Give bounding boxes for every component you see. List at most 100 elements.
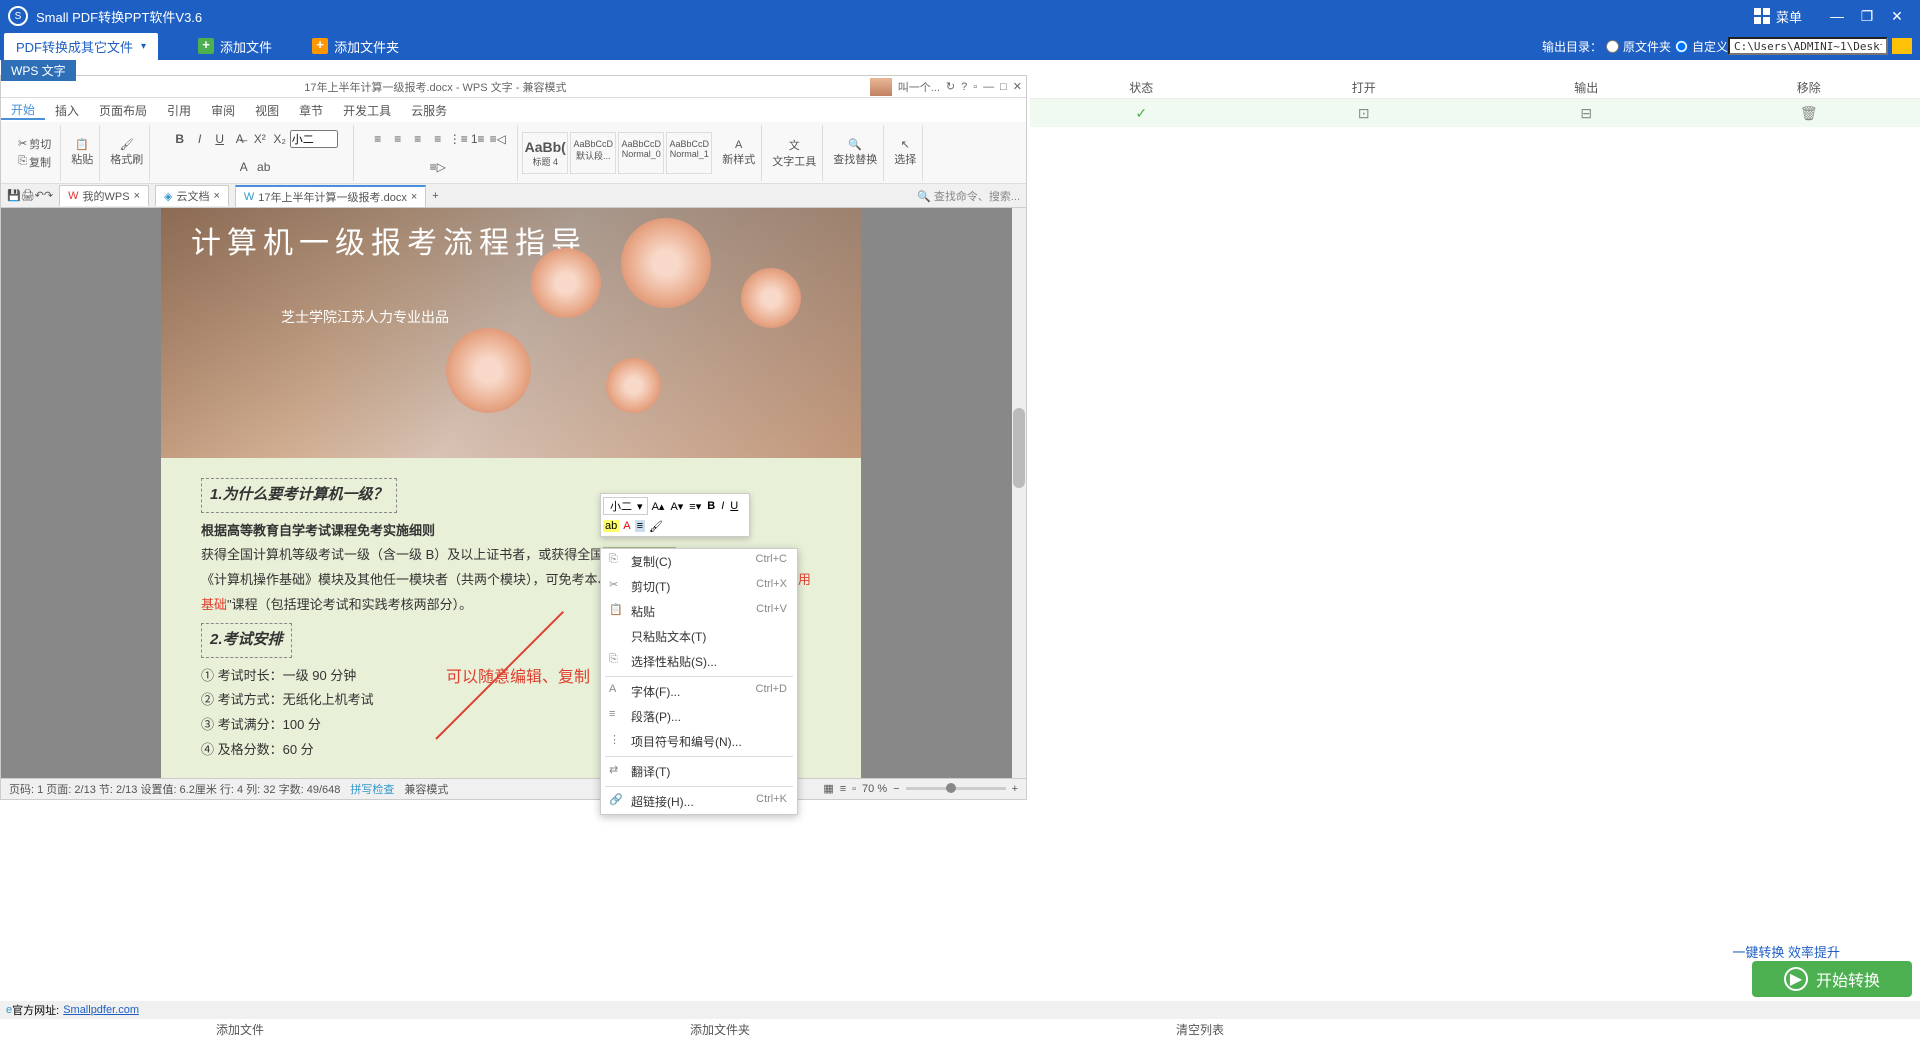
italic-button[interactable]: I [719,500,726,512]
view-mode-icon[interactable]: ▫ [852,783,856,795]
quick-redo-icon[interactable]: ↷ [44,189,53,202]
context-menu-item[interactable]: ≡段落(P)... [601,704,797,729]
bottom-clear-list[interactable]: 清空列表 [960,1019,1440,1041]
style-preview[interactable]: AaBb(标题 4 [522,132,568,174]
highlight-button[interactable]: ab [254,157,274,177]
find-replace-button[interactable]: 🔍 [848,138,862,151]
context-menu-item[interactable]: 📋粘贴Ctrl+V [601,599,797,624]
underline-button[interactable]: U [728,500,740,512]
help-icon[interactable]: ? [961,81,967,93]
context-menu-item[interactable]: 🔗超链接(H)...Ctrl+K [601,789,797,814]
wps-menu-item[interactable]: 页面布局 [89,102,157,119]
font-size-combo[interactable]: 小二 ▾ [603,497,648,515]
bottom-add-file[interactable]: 添加文件 [0,1019,480,1041]
output-icon[interactable]: ⊟ [1475,105,1698,122]
italic-button[interactable]: I [190,129,210,149]
subscript-button[interactable]: X₂ [270,129,290,149]
superscript-button[interactable]: X² [250,129,270,149]
maximize-button[interactable]: ❐ [1852,8,1882,25]
context-menu-item[interactable]: ✂剪切(T)Ctrl+X [601,574,797,599]
bold-button[interactable]: B [170,129,190,149]
context-menu-item[interactable]: ⎘复制(C)Ctrl+C [601,549,797,574]
vertical-scrollbar[interactable] [1012,208,1026,778]
wps-menu-item[interactable]: 视图 [245,102,289,119]
align-left-button[interactable]: ≡ [368,129,388,149]
output-path-input[interactable] [1728,37,1888,55]
underline-button[interactable]: U [210,129,230,149]
start-convert-button[interactable]: ▶ 开始转换 [1752,961,1912,997]
indent-inc-button[interactable]: ≡▷ [428,157,448,177]
wps-close-button[interactable]: ✕ [1013,80,1022,93]
close-button[interactable]: ✕ [1882,8,1912,25]
output-radio-source[interactable] [1606,40,1619,53]
style-preview[interactable]: AaBbCcDNormal_0 [618,132,664,174]
wps-menu-item[interactable]: 引用 [157,102,201,119]
format-painter-button[interactable]: 🖌 [647,520,665,533]
wps-app-tab[interactable]: WPS 文字 [1,60,76,81]
wps-menu-item[interactable]: 插入 [45,102,89,119]
avatar-icon[interactable] [870,78,892,96]
cut-button[interactable]: ✂剪切 [15,135,54,153]
wps-menu-item[interactable]: 开发工具 [333,102,401,119]
text-tool-button[interactable]: 文 [789,137,800,153]
menu-button[interactable]: 菜单 [1754,7,1802,26]
main-tab[interactable]: PDF转换成其它文件 ▾ [4,33,158,60]
strike-button[interactable]: A̶ [230,129,250,149]
open-icon[interactable]: ⊡ [1253,105,1476,122]
align-button[interactable]: ≡ [635,520,645,532]
highlight-button[interactable]: ab [603,520,619,532]
wps-menu-item[interactable]: 审阅 [201,102,245,119]
wps-menu-item[interactable]: 开始 [1,101,45,120]
wps-maximize-button[interactable]: □ [1000,81,1007,93]
context-menu-item[interactable]: A字体(F)...Ctrl+D [601,679,797,704]
command-search[interactable]: 🔍 查找命令、搜索... [917,188,1020,204]
quick-undo-icon[interactable]: ↶ [35,189,44,202]
wps-menu-item[interactable]: 云服务 [401,102,457,119]
remove-icon[interactable]: 🗑 [1698,105,1920,122]
quick-print-icon[interactable]: 🖨 [21,189,35,202]
spell-check-toggle[interactable]: 拼写检查 [350,781,394,797]
format-painter-button[interactable]: 🖌 [120,138,134,151]
style-preview[interactable]: AaBbCcDNormal_1 [666,132,712,174]
sync-icon[interactable]: ↻ [946,80,955,93]
bullets-button[interactable]: ≡▾ [687,500,703,513]
user-name[interactable]: 叫一个... [898,79,940,95]
output-radio-custom[interactable] [1675,40,1688,53]
align-center-button[interactable]: ≡ [388,129,408,149]
paste-button[interactable]: 📋 [75,138,89,151]
tab-mywps[interactable]: W我的WPS× [59,185,149,206]
bottom-add-folder[interactable]: 添加文件夹 [480,1019,960,1041]
context-menu-item[interactable]: ⇄翻译(T) [601,759,797,784]
bullets-button[interactable]: ⋮≡ [448,129,468,149]
tab-cloud[interactable]: ◈云文档× [155,185,229,206]
site-link[interactable]: Smallpdfer.com [63,1004,139,1016]
shrink-font-button[interactable]: A▾ [668,500,685,513]
new-style-button[interactable]: A [735,139,742,151]
bold-button[interactable]: B [705,500,717,512]
font-color-button[interactable]: A [621,520,632,532]
window-tile-icon[interactable]: ▫ [973,81,977,93]
add-file-button[interactable]: + 添加文件 [198,37,272,56]
add-tab-button[interactable]: + [432,190,438,202]
add-folder-button[interactable]: + 添加文件夹 [312,37,399,56]
font-size-input[interactable] [290,130,338,148]
indent-dec-button[interactable]: ≡◁ [488,129,508,149]
minimize-button[interactable]: — [1822,8,1852,24]
align-right-button[interactable]: ≡ [408,129,428,149]
folder-icon[interactable] [1892,38,1912,54]
context-menu-item[interactable]: ⎘选择性粘贴(S)... [601,649,797,674]
copy-button[interactable]: ⎘复制 [15,153,54,171]
tab-document[interactable]: W17年上半年计算一级报考.docx× [235,185,426,207]
zoom-slider[interactable] [906,787,1006,790]
align-justify-button[interactable]: ≡ [428,129,448,149]
zoom-out-button[interactable]: − [893,783,899,795]
wps-minimize-button[interactable]: — [983,81,994,93]
grow-font-button[interactable]: A▴ [650,500,667,513]
style-preview[interactable]: AaBbCcD默认段... [570,132,616,174]
select-button[interactable]: ↖ [901,138,910,151]
view-mode-icon[interactable]: ▦ [823,782,833,795]
font-color-button[interactable]: A [234,157,254,177]
numbering-button[interactable]: 1≡ [468,129,488,149]
list-row[interactable]: ✓ ⊡ ⊟ 🗑 [1030,99,1920,127]
context-menu-item[interactable]: 只粘贴文本(T) [601,624,797,649]
